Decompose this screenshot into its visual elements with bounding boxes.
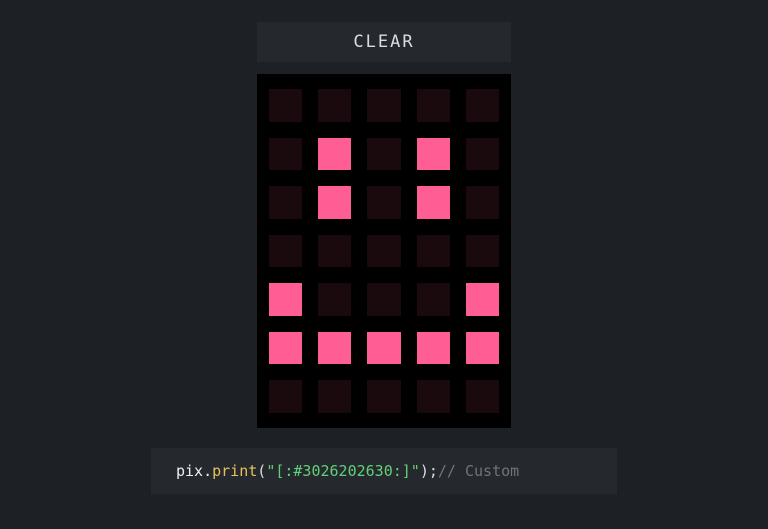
pixel-cell[interactable] [466,186,499,219]
pixel-cell[interactable] [466,89,499,122]
pixel-cell[interactable] [269,283,302,316]
pixel-cell[interactable] [318,380,351,413]
code-token-comment: // Custom [438,462,519,480]
pixel-cell[interactable] [269,138,302,171]
code-token-object: pix [176,462,203,480]
code-token-open: ( [257,462,266,480]
pixel-cell[interactable] [269,380,302,413]
pixel-cell[interactable] [417,89,450,122]
pixel-cell[interactable] [417,283,450,316]
pixel-cell[interactable] [367,380,400,413]
code-token-close: ); [420,462,438,480]
clear-button[interactable]: CLEAR [257,22,511,62]
code-token-string: "[:#3026202630:]" [266,462,420,480]
pixel-cell[interactable] [367,89,400,122]
pixel-cell[interactable] [417,380,450,413]
pixel-cell[interactable] [318,89,351,122]
pixel-cell[interactable] [269,186,302,219]
code-token-function: print [212,462,257,480]
pixel-cell[interactable] [417,235,450,268]
code-output: pix.print( "[:#3026202630:]" ); // Custo… [151,448,617,494]
pixel-cell[interactable] [367,235,400,268]
pixel-cell[interactable] [466,380,499,413]
pixel-cell[interactable] [466,235,499,268]
pixel-cell[interactable] [318,283,351,316]
code-token-dot: . [203,462,212,480]
pixel-cell[interactable] [269,235,302,268]
pixel-cell[interactable] [318,235,351,268]
pixel-cell[interactable] [367,186,400,219]
pixel-cell[interactable] [367,283,400,316]
pixel-grid [257,74,511,428]
pixel-grid-cells [269,89,499,413]
pixel-cell[interactable] [466,283,499,316]
pixel-cell[interactable] [367,332,400,365]
pixel-cell[interactable] [367,138,400,171]
pixel-cell[interactable] [318,138,351,171]
pixel-cell[interactable] [417,138,450,171]
pixel-cell[interactable] [417,332,450,365]
pixel-cell[interactable] [466,138,499,171]
pixel-cell[interactable] [318,332,351,365]
pixel-cell[interactable] [269,332,302,365]
pixel-cell[interactable] [269,89,302,122]
pixel-cell[interactable] [318,186,351,219]
pixel-cell[interactable] [417,186,450,219]
pixel-cell[interactable] [466,332,499,365]
